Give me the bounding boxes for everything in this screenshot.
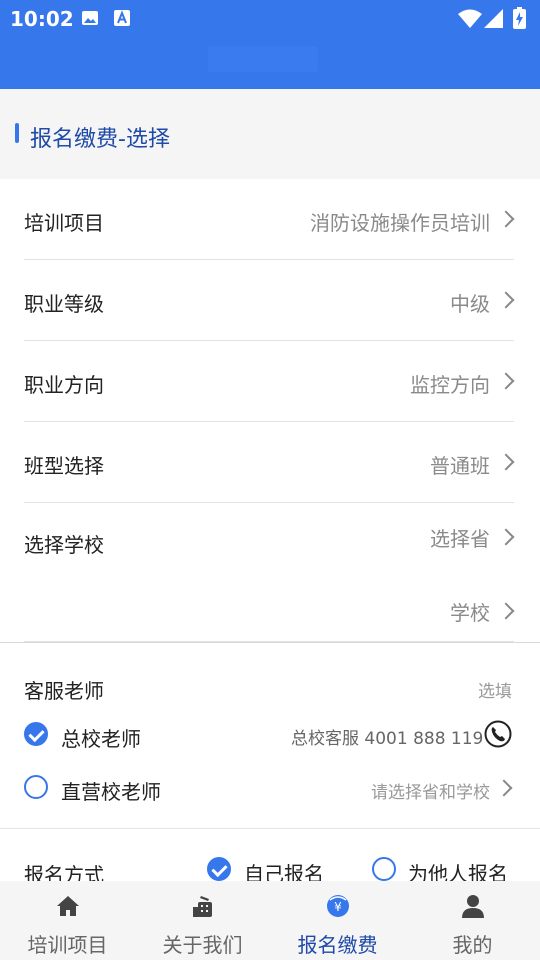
phone-icon[interactable] bbox=[484, 720, 512, 748]
province-select[interactable]: 选择省 bbox=[430, 523, 490, 552]
app-bar-title-placeholder bbox=[208, 46, 318, 72]
about-icon bbox=[190, 893, 216, 919]
direct-teacher-hint[interactable]: 请选择省和学校 bbox=[371, 778, 490, 803]
person-icon bbox=[460, 893, 486, 919]
chevron-right-icon bbox=[495, 779, 513, 797]
chevron-right-icon bbox=[497, 528, 515, 546]
status-bar: 10:02 bbox=[0, 0, 540, 36]
tab-mine[interactable]: 我的 bbox=[405, 881, 540, 960]
class-type-row[interactable]: 班型选择 普通班 bbox=[24, 422, 515, 503]
self-signup-radio[interactable] bbox=[207, 857, 231, 881]
select-school-row: 选择学校 选择省 学校 bbox=[24, 503, 515, 642]
main-teacher-radio[interactable] bbox=[24, 722, 48, 746]
chevron-right-icon bbox=[497, 372, 515, 390]
main-teacher-label[interactable]: 总校老师 bbox=[61, 723, 141, 752]
service-teacher-section: 客服老师 选填 总校老师 总校客服 4001 888 119 直营校老师 请选择… bbox=[0, 643, 540, 828]
battery-icon bbox=[513, 7, 526, 33]
tab-signup-payment[interactable]: ¥ 报名缴费 bbox=[270, 881, 405, 960]
direct-teacher-radio[interactable] bbox=[24, 775, 48, 799]
image-notification-icon bbox=[81, 9, 99, 31]
others-signup-radio[interactable] bbox=[372, 857, 396, 881]
main-hotline: 总校客服 4001 888 119 bbox=[291, 729, 484, 749]
row-label: 职业方向 bbox=[24, 373, 104, 397]
tab-label: 关于我们 bbox=[162, 933, 243, 957]
row-label: 职业等级 bbox=[24, 292, 104, 316]
row-value: 消防设施操作员培训 bbox=[310, 211, 490, 235]
job-direction-row[interactable]: 职业方向 监控方向 bbox=[24, 341, 515, 422]
chevron-right-icon bbox=[497, 602, 515, 620]
section-header: 报名缴费-选择 bbox=[0, 89, 540, 179]
tab-label: 培训项目 bbox=[27, 933, 108, 957]
a-notification-icon bbox=[114, 9, 130, 31]
wifi-icon bbox=[458, 9, 482, 33]
bottom-tab-bar: 培训项目 关于我们 ¥ 报名缴费 我的 bbox=[0, 881, 540, 960]
row-label: 班型选择 bbox=[24, 454, 104, 478]
job-level-row[interactable]: 职业等级 中级 bbox=[24, 260, 515, 341]
row-value: 中级 bbox=[450, 292, 490, 316]
service-label: 客服老师 bbox=[24, 679, 104, 703]
app-bar bbox=[0, 36, 540, 89]
svg-text:¥: ¥ bbox=[334, 900, 342, 914]
section-accent-bar bbox=[15, 123, 19, 143]
row-value: 监控方向 bbox=[410, 373, 490, 397]
tab-label: 我的 bbox=[452, 933, 493, 957]
tab-training-project[interactable]: 培训项目 bbox=[0, 881, 135, 960]
payment-icon: ¥ bbox=[325, 893, 351, 919]
row-label: 选择学校 bbox=[24, 533, 104, 557]
school-select[interactable]: 学校 bbox=[450, 597, 490, 626]
signal-icon bbox=[484, 9, 504, 33]
page-title: 报名缴费-选择 bbox=[30, 127, 170, 152]
status-time: 10:02 bbox=[10, 7, 74, 31]
direct-teacher-label[interactable]: 直营校老师 bbox=[61, 776, 161, 805]
chevron-right-icon bbox=[497, 453, 515, 471]
chevron-right-icon bbox=[497, 291, 515, 309]
row-value: 普通班 bbox=[430, 454, 490, 478]
home-icon bbox=[55, 893, 81, 919]
chevron-right-icon bbox=[497, 210, 515, 228]
signup-method-section: 报名方式 自己报名 为他人报名 bbox=[0, 829, 540, 887]
optional-hint: 选填 bbox=[478, 682, 512, 702]
tab-label: 报名缴费 bbox=[297, 933, 378, 957]
training-project-row[interactable]: 培训项目 消防设施操作员培训 bbox=[24, 179, 515, 260]
row-label: 培训项目 bbox=[24, 211, 104, 235]
signup-form: 培训项目 消防设施操作员培训 职业等级 中级 职业方向 监控方向 班型选择 普通… bbox=[0, 179, 540, 643]
tab-about-us[interactable]: 关于我们 bbox=[135, 881, 270, 960]
